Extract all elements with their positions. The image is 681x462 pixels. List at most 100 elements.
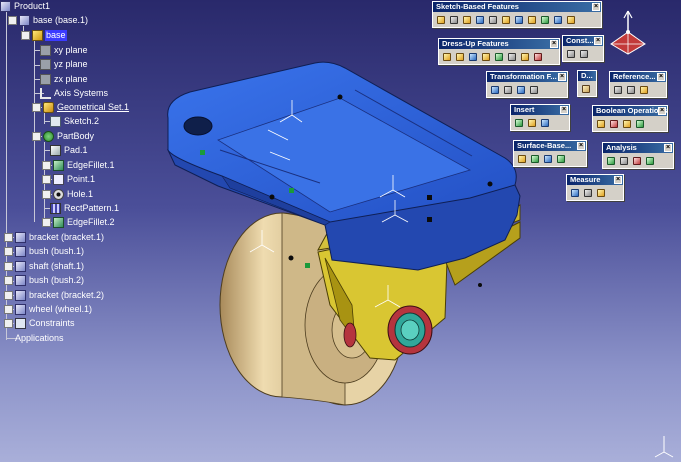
close-icon[interactable]: × bbox=[664, 144, 672, 152]
toolbar-measure[interactable]: Measure × bbox=[566, 174, 624, 201]
close-icon[interactable]: × bbox=[558, 73, 566, 81]
toolbar-analysis[interactable]: Analysis × bbox=[602, 142, 674, 169]
tree-node-bush-1[interactable]: bush (bush.1) bbox=[4, 245, 85, 258]
measure-between-icon[interactable] bbox=[569, 187, 581, 199]
thread-analysis-icon[interactable] bbox=[644, 155, 656, 167]
rect-pattern-icon[interactable] bbox=[515, 84, 527, 96]
remove-multi-sections-icon[interactable] bbox=[552, 14, 564, 26]
constraint-icon[interactable] bbox=[565, 48, 577, 60]
toolbar-reference-elements[interactable]: Reference... × bbox=[609, 71, 667, 98]
expand-toggle[interactable] bbox=[4, 262, 13, 271]
toolbar-transformation-features[interactable]: Transformation F... × bbox=[486, 71, 568, 98]
expand-toggle[interactable] bbox=[4, 319, 13, 328]
toolbar-insert[interactable]: Insert × bbox=[510, 104, 570, 131]
multi-pad-icon[interactable] bbox=[565, 14, 577, 26]
tree-node-constraints[interactable]: Constraints bbox=[4, 317, 76, 330]
close-icon[interactable]: × bbox=[577, 142, 585, 150]
remove-face-icon[interactable] bbox=[519, 51, 531, 63]
edge-fillet-icon[interactable] bbox=[441, 51, 453, 63]
stiffener-icon[interactable] bbox=[526, 14, 538, 26]
pocket-icon[interactable] bbox=[448, 14, 460, 26]
collapse-toggle[interactable] bbox=[42, 175, 51, 184]
expand-toggle[interactable] bbox=[4, 276, 13, 285]
tree-node-bracket-1[interactable]: bracket (bracket.1) bbox=[4, 231, 105, 244]
thick-surface-icon[interactable] bbox=[529, 153, 541, 165]
base-part[interactable] bbox=[166, 61, 521, 271]
tree-node-pad[interactable]: Pad.1 bbox=[50, 144, 89, 157]
thickness-icon[interactable] bbox=[493, 51, 505, 63]
add-icon[interactable] bbox=[608, 118, 620, 130]
expand-toggle[interactable] bbox=[4, 233, 13, 242]
plane-icon[interactable] bbox=[638, 84, 650, 96]
intersect-icon[interactable] bbox=[634, 118, 646, 130]
close-icon[interactable]: × bbox=[560, 106, 568, 114]
draft-analysis-icon[interactable] bbox=[580, 83, 592, 95]
tree-node-edgefillet-1[interactable]: EdgeFillet.1 bbox=[42, 159, 116, 172]
toolbar-drafting[interactable]: D... bbox=[577, 70, 597, 97]
collapse-toggle[interactable] bbox=[21, 31, 30, 40]
tree-node-wheel[interactable]: wheel (wheel.1) bbox=[4, 303, 93, 316]
groove-icon[interactable] bbox=[474, 14, 486, 26]
replace-face-icon[interactable] bbox=[532, 51, 544, 63]
shaft-icon[interactable] bbox=[461, 14, 473, 26]
rib-icon[interactable] bbox=[500, 14, 512, 26]
tree-node-bracket-2[interactable]: bracket (bracket.2) bbox=[4, 289, 105, 302]
collapse-toggle[interactable] bbox=[42, 161, 51, 170]
measure-item-icon[interactable] bbox=[582, 187, 594, 199]
collapse-toggle[interactable] bbox=[8, 16, 17, 25]
body-icon[interactable] bbox=[513, 117, 525, 129]
curvature-analysis-icon[interactable] bbox=[618, 155, 630, 167]
geometrical-set-icon[interactable] bbox=[526, 117, 538, 129]
thread-icon[interactable] bbox=[506, 51, 518, 63]
close-icon[interactable]: × bbox=[550, 40, 558, 48]
constraint-defined-icon[interactable] bbox=[578, 48, 590, 60]
tree-node-edgefillet-2[interactable]: EdgeFillet.2 bbox=[42, 216, 116, 229]
toolbar-boolean-operations[interactable]: Boolean Operations × bbox=[592, 105, 668, 132]
expand-toggle[interactable] bbox=[4, 305, 13, 314]
sew-surface-icon[interactable] bbox=[555, 153, 567, 165]
pad-icon[interactable] bbox=[435, 14, 447, 26]
chamfer-icon[interactable] bbox=[454, 51, 466, 63]
close-icon[interactable]: × bbox=[614, 176, 622, 184]
ordered-set-icon[interactable] bbox=[539, 117, 551, 129]
collapse-toggle[interactable] bbox=[32, 103, 41, 112]
compass-icon[interactable] bbox=[605, 8, 651, 60]
tree-node-partbody[interactable]: PartBody bbox=[32, 130, 95, 143]
multi-sections-icon[interactable] bbox=[539, 14, 551, 26]
tree-node-base-instance[interactable]: base (base.1) bbox=[8, 14, 89, 27]
draft-analysis-tool-icon[interactable] bbox=[605, 155, 617, 167]
tree-node-applications[interactable]: Applications bbox=[14, 332, 65, 345]
3d-viewport[interactable]: Product1 base (base.1) base xy plane yz … bbox=[0, 0, 681, 462]
tree-node-axis-systems[interactable]: Axis Systems bbox=[40, 87, 109, 100]
collapse-toggle[interactable] bbox=[32, 132, 41, 141]
toolbar-sketch-based-features[interactable]: Sketch-Based Features × bbox=[432, 1, 602, 28]
tree-node-hole[interactable]: Hole.1 bbox=[42, 188, 94, 201]
close-surface-icon[interactable] bbox=[542, 153, 554, 165]
remove-icon[interactable] bbox=[621, 118, 633, 130]
hole-icon[interactable] bbox=[487, 14, 499, 26]
tree-node-sketch[interactable]: Sketch.2 bbox=[50, 115, 100, 128]
tree-node-point[interactable]: Point.1 bbox=[42, 173, 96, 186]
toolbar-dress-up-features[interactable]: Dress-Up Features × bbox=[438, 38, 560, 65]
tree-node-product[interactable]: Product1 bbox=[0, 0, 51, 13]
tree-node-rectpattern[interactable]: RectPattern.1 bbox=[50, 202, 120, 215]
assemble-icon[interactable] bbox=[595, 118, 607, 130]
tree-node-bush-2[interactable]: bush (bush.2) bbox=[4, 274, 85, 287]
translation-icon[interactable] bbox=[489, 84, 501, 96]
tree-node-geometrical-set[interactable]: Geometrical Set.1 bbox=[32, 101, 130, 114]
tap-analysis-icon[interactable] bbox=[631, 155, 643, 167]
tree-node-shaft[interactable]: shaft (shaft.1) bbox=[4, 260, 85, 273]
toolbar-constraints[interactable]: Const... × bbox=[562, 35, 604, 62]
tree-node-zx-plane[interactable]: zx plane bbox=[40, 73, 89, 86]
collapse-toggle[interactable] bbox=[42, 190, 51, 199]
point-icon[interactable] bbox=[612, 84, 624, 96]
close-icon[interactable]: × bbox=[592, 3, 600, 11]
toolbar-surface-based-features[interactable]: Surface-Base... × bbox=[513, 140, 587, 167]
close-icon[interactable]: × bbox=[594, 37, 602, 45]
tree-node-yz-plane[interactable]: yz plane bbox=[40, 58, 89, 71]
expand-toggle[interactable] bbox=[4, 247, 13, 256]
expand-toggle[interactable] bbox=[4, 291, 13, 300]
draft-icon[interactable] bbox=[467, 51, 479, 63]
tree-node-xy-plane[interactable]: xy plane bbox=[40, 44, 89, 57]
measure-inertia-icon[interactable] bbox=[595, 187, 607, 199]
